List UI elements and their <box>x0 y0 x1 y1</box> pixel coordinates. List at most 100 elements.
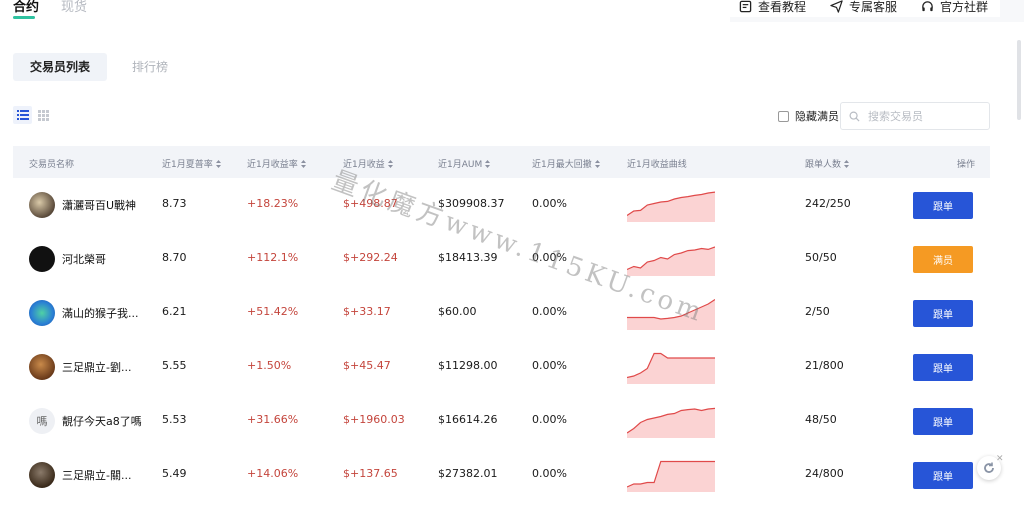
follow-button[interactable]: 跟单 <box>913 192 973 219</box>
sharpe-value: 5.53 <box>162 413 187 426</box>
drawdown-value: 0.00% <box>532 359 567 372</box>
trader-name[interactable]: 河北榮哥 <box>62 251 106 267</box>
profit-value: $+292.24 <box>343 251 398 264</box>
sort-icon <box>387 160 393 168</box>
grid-view-icon <box>38 109 49 121</box>
avatar[interactable] <box>29 246 55 272</box>
followers-value: 50/50 <box>805 251 837 264</box>
view-tutorial-button[interactable]: 查看教程 <box>726 0 818 17</box>
return-rate-value: +31.66% <box>247 413 299 426</box>
market-tabs: 合约 现货 <box>13 0 87 19</box>
return-rate-value: +112.1% <box>247 251 299 264</box>
header-sharpe-label: 近1月夏普率 <box>162 160 213 170</box>
hide-full-label: 隐藏满员 <box>795 110 839 123</box>
hide-full-toggle[interactable]: 隐藏满员 <box>778 108 839 124</box>
sharpe-value: 6.21 <box>162 305 187 318</box>
headset-icon <box>922 0 933 11</box>
tab-trader-list[interactable]: 交易员列表 <box>13 53 108 81</box>
avatar[interactable]: 嗎 <box>29 408 55 434</box>
return-rate-value: +51.42% <box>247 305 299 318</box>
sub-tabs: 交易员列表 排行榜 <box>13 53 185 81</box>
sort-icon <box>485 160 491 168</box>
search-icon <box>849 111 860 122</box>
followers-value: 242/250 <box>805 197 851 210</box>
aum-value: $16614.26 <box>438 413 498 426</box>
trader-name[interactable]: 瀟灑哥百U戰神 <box>62 197 136 213</box>
grid-view-button[interactable] <box>34 106 53 124</box>
official-community-button[interactable]: 官方社群 <box>908 0 1000 17</box>
view-toggle <box>13 106 53 124</box>
full-button[interactable]: 满员 <box>913 246 973 273</box>
header-sharpe[interactable]: 近1月夏普率 <box>162 157 221 170</box>
list-view-button[interactable] <box>13 106 32 124</box>
header-curve: 近1月收益曲线 <box>627 160 687 170</box>
scrollbar[interactable] <box>1017 40 1021 120</box>
sharpe-value: 5.55 <box>162 359 187 372</box>
follow-button[interactable]: 跟单 <box>913 354 973 381</box>
search-box <box>840 102 990 130</box>
trader-name[interactable]: 三足鼎立-關... <box>62 467 131 483</box>
return-rate-value: +1.50% <box>247 359 292 372</box>
followers-value: 21/800 <box>805 359 844 372</box>
tab-active-indicator <box>13 16 35 19</box>
document-icon <box>739 0 752 12</box>
header-max-drawdown[interactable]: 近1月最大回撤 <box>532 157 600 170</box>
tab-contract[interactable]: 合约 <box>13 0 39 19</box>
profit-value: $+33.17 <box>343 305 391 318</box>
header-name: 交易员名称 <box>29 160 75 170</box>
aum-value: $60.00 <box>438 305 477 318</box>
profit-curve-sparkline <box>627 407 715 438</box>
drawdown-value: 0.00% <box>532 413 567 426</box>
sharpe-value: 5.49 <box>162 467 187 480</box>
profit-value: $+1960.03 <box>343 413 405 426</box>
drawdown-value: 0.00% <box>532 305 567 318</box>
profit-curve-sparkline <box>627 191 715 222</box>
top-bar: 合约 现货 查看教程 专属客服 官方社群 <box>0 0 1024 30</box>
tab-leaderboard[interactable]: 排行榜 <box>115 53 185 81</box>
header-aum-label: 近1月AUM <box>438 160 483 170</box>
follow-button[interactable]: 跟单 <box>913 408 973 435</box>
hide-full-checkbox[interactable] <box>778 110 789 122</box>
tab-spot[interactable]: 现货 <box>61 0 87 15</box>
view-tutorial-label: 查看教程 <box>757 0 806 14</box>
trader-name[interactable]: 三足鼎立-劉... <box>62 359 131 375</box>
table-row: 滿山的猴子我... 6.21 +51.42% $+33.17 $60.00 0.… <box>13 286 990 340</box>
header-aum[interactable]: 近1月AUM <box>438 157 491 170</box>
send-icon <box>830 0 843 13</box>
list-view-icon <box>16 110 29 120</box>
header-return-rate[interactable]: 近1月收益率 <box>247 157 306 170</box>
official-community-label: 官方社群 <box>939 0 988 14</box>
header-return-rate-label: 近1月收益率 <box>247 160 298 170</box>
sharpe-value: 8.70 <box>162 251 187 264</box>
header-action: 操作 <box>957 160 976 170</box>
exclusive-support-label: 专属客服 <box>848 0 897 14</box>
sparkline-area <box>627 192 715 222</box>
avatar[interactable] <box>29 192 55 218</box>
followers-value: 2/50 <box>805 305 830 318</box>
drawdown-value: 0.00% <box>532 197 567 210</box>
trader-name[interactable]: 靚仔今天a8了嗎 <box>62 413 142 429</box>
aum-value: $11298.00 <box>438 359 498 372</box>
avatar[interactable] <box>29 354 55 380</box>
drawdown-value: 0.00% <box>532 467 567 480</box>
header-followers[interactable]: 跟单人数 <box>805 157 850 170</box>
exclusive-support-button[interactable]: 专属客服 <box>817 0 909 17</box>
sparkline-area <box>627 461 715 492</box>
top-actions: 查看教程 专属客服 官方社群 <box>726 0 1000 17</box>
trader-name[interactable]: 滿山的猴子我... <box>62 305 139 321</box>
refresh-icon <box>984 462 994 473</box>
follow-button[interactable]: 跟单 <box>913 300 973 327</box>
avatar[interactable] <box>29 300 55 326</box>
sort-icon <box>300 160 306 168</box>
sharpe-value: 8.73 <box>162 197 187 210</box>
table-row: 嗎 靚仔今天a8了嗎 5.53 +31.66% $+1960.03 $16614… <box>13 394 990 448</box>
follow-button[interactable]: 跟单 <box>913 462 973 489</box>
trader-table: 交易员名称 近1月夏普率 近1月收益率 近1月收益 近1月AUM 近1月最大回撤… <box>13 146 990 502</box>
profit-value: $+45.47 <box>343 359 391 372</box>
profit-curve-sparkline <box>627 460 715 492</box>
table-header: 交易员名称 近1月夏普率 近1月收益率 近1月收益 近1月AUM 近1月最大回撤… <box>13 146 990 178</box>
avatar[interactable] <box>29 462 55 488</box>
search-input[interactable] <box>868 109 978 123</box>
return-rate-value: +14.06% <box>247 467 299 480</box>
close-icon[interactable]: ✕ <box>996 454 1004 464</box>
